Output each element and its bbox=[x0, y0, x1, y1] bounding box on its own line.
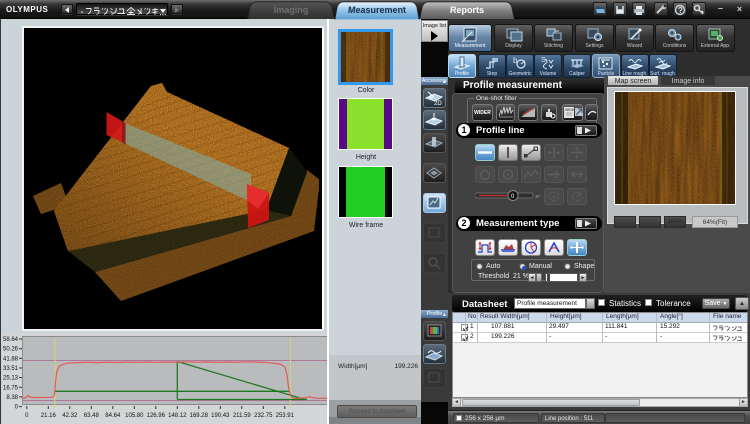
svg-text:169.28: 169.28 bbox=[190, 413, 209, 419]
svg-text:50.26: 50.26 bbox=[3, 347, 19, 353]
svg-text:253.91: 253.91 bbox=[276, 413, 295, 419]
svg-text:16.75: 16.75 bbox=[3, 385, 19, 391]
svg-text:105.80: 105.80 bbox=[125, 413, 144, 419]
svg-text:0: 0 bbox=[15, 405, 19, 411]
svg-text:25.13: 25.13 bbox=[3, 376, 19, 382]
svg-text:2D: 2D bbox=[434, 101, 442, 107]
svg-text:63.48: 63.48 bbox=[84, 413, 100, 419]
svg-text:232.75: 232.75 bbox=[254, 413, 273, 419]
svg-text:211.59: 211.59 bbox=[233, 413, 252, 419]
svg-text:126.96: 126.96 bbox=[147, 413, 166, 419]
svg-text:148.12: 148.12 bbox=[168, 413, 187, 419]
svg-text:8.38: 8.38 bbox=[6, 395, 18, 401]
svg-text:41.88: 41.88 bbox=[3, 356, 19, 362]
svg-text:84.64: 84.64 bbox=[105, 413, 121, 419]
svg-text:58.64: 58.64 bbox=[3, 337, 19, 343]
svg-text:42.32: 42.32 bbox=[62, 413, 78, 419]
svg-text:S: S bbox=[541, 57, 546, 64]
svg-text:33.51: 33.51 bbox=[3, 366, 19, 372]
svg-text:?: ? bbox=[678, 6, 683, 15]
svg-text:190.43: 190.43 bbox=[211, 413, 230, 419]
svg-text:JP: JP bbox=[535, 194, 540, 199]
svg-text:21.16: 21.16 bbox=[41, 413, 57, 419]
svg-text:0: 0 bbox=[25, 413, 29, 419]
